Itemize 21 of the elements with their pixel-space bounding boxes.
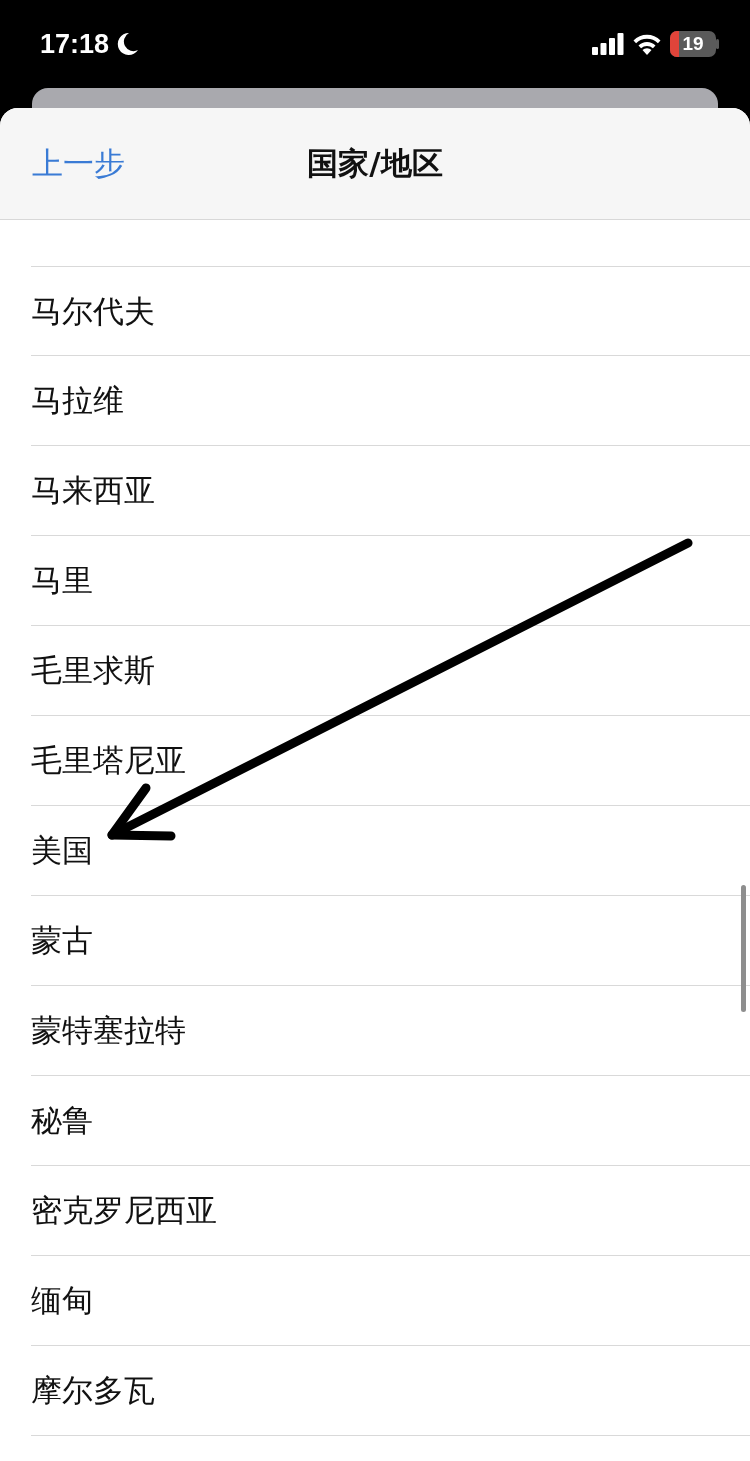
- wifi-icon: [632, 33, 662, 55]
- page-title: 国家/地区: [307, 144, 443, 181]
- country-item[interactable]: 密克罗尼西亚: [31, 1187, 217, 1234]
- country-item[interactable]: 马拉维: [31, 377, 124, 424]
- country-item[interactable]: 马来西亚: [31, 467, 155, 514]
- country-item[interactable]: 美国: [31, 827, 93, 874]
- country-item[interactable]: 蒙古: [31, 917, 93, 964]
- country-item[interactable]: 毛里塔尼亚: [31, 737, 186, 784]
- battery-indicator: 19: [670, 31, 716, 57]
- moon-icon: [117, 32, 140, 56]
- country-item[interactable]: 马里: [31, 557, 93, 604]
- country-item[interactable]: 摩尔多瓦: [31, 1367, 155, 1414]
- country-item[interactable]: 马尔代夫: [31, 287, 155, 335]
- status-time: 17:18: [40, 27, 110, 61]
- country-item[interactable]: 毛里求斯: [31, 647, 155, 694]
- country-item[interactable]: 蒙特塞拉特: [31, 1007, 186, 1054]
- country-item[interactable]: 秘鲁: [31, 1097, 93, 1144]
- signal-icon: [592, 33, 624, 55]
- country-item[interactable]: 缅甸: [31, 1277, 93, 1324]
- battery-tip-icon: [716, 39, 720, 49]
- back-button[interactable]: 上一步: [32, 140, 125, 187]
